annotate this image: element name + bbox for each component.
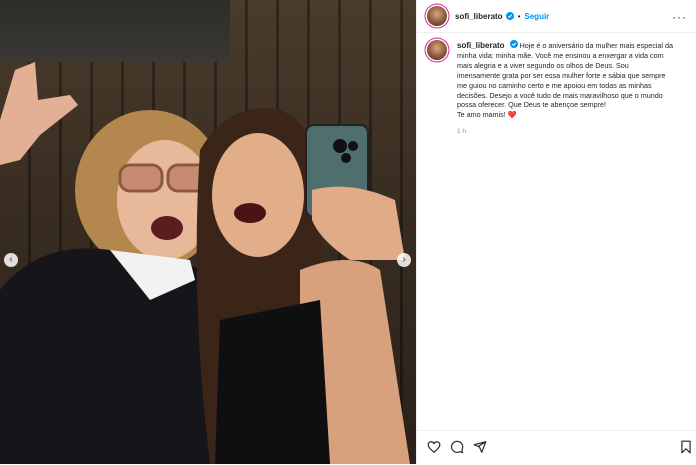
post-actions (417, 430, 696, 465)
daughter-mouth (234, 203, 266, 223)
daughter-top (215, 300, 330, 464)
peace-hand (0, 62, 78, 165)
header-dot-separator: • (517, 11, 521, 21)
author-avatar[interactable] (427, 6, 447, 26)
mother-mouth (151, 216, 183, 240)
post-sidebar: sofi_liberato • Seguir ··· sofi_liberato… (416, 0, 696, 464)
caption-text: sofi_liberato Hoje é o aniversário da mu… (457, 40, 673, 120)
photo-people (0, 62, 410, 464)
sunglasses-left (118, 163, 164, 193)
verified-badge-icon (505, 12, 514, 20)
caption-line: minha vida: minha mãe. Você me ensinou a… (457, 50, 664, 60)
post-timestamp[interactable]: 1 h (457, 128, 466, 135)
post-photo[interactable]: ‹ › (0, 0, 416, 464)
daughter-face (212, 133, 304, 257)
caption-username[interactable]: sofi_liberato (457, 41, 505, 50)
follow-button[interactable]: Seguir (524, 12, 549, 21)
caption-line: mais alegria e a viver segundo os olhos … (457, 60, 629, 70)
comment-icon[interactable] (450, 440, 464, 454)
bookmark-icon[interactable] (679, 440, 693, 454)
verified-badge-icon (509, 40, 518, 48)
caption-line: Te amo mamis! ❤️ (457, 110, 517, 120)
carousel-prev-button[interactable]: ‹ (4, 253, 18, 267)
caption-line: imensamente grata por ser essa mulher fo… (457, 70, 666, 80)
heart-icon[interactable] (427, 440, 441, 454)
share-icon[interactable] (473, 440, 487, 454)
caption-line: me guiou no caminho certo e me apoiou em… (457, 80, 652, 90)
phone-hand (312, 186, 405, 260)
author-username[interactable]: sofi_liberato (455, 12, 503, 21)
post-header: sofi_liberato • Seguir ··· (417, 0, 696, 33)
caption-line: possa oferecer. Que Deus te abençoe semp… (457, 100, 607, 110)
carousel-next-button[interactable]: › (397, 253, 411, 267)
caption: sofi_liberato Hoje é o aniversário da mu… (427, 40, 689, 120)
phone-camera (333, 139, 347, 153)
caption-line: Hoje é o aniversário da mulher mais espe… (519, 41, 673, 50)
caption-line: decisões. Desejo a você tudo de mais mar… (457, 90, 663, 100)
more-options-icon[interactable]: ··· (672, 10, 687, 24)
caption-avatar[interactable] (427, 40, 447, 60)
